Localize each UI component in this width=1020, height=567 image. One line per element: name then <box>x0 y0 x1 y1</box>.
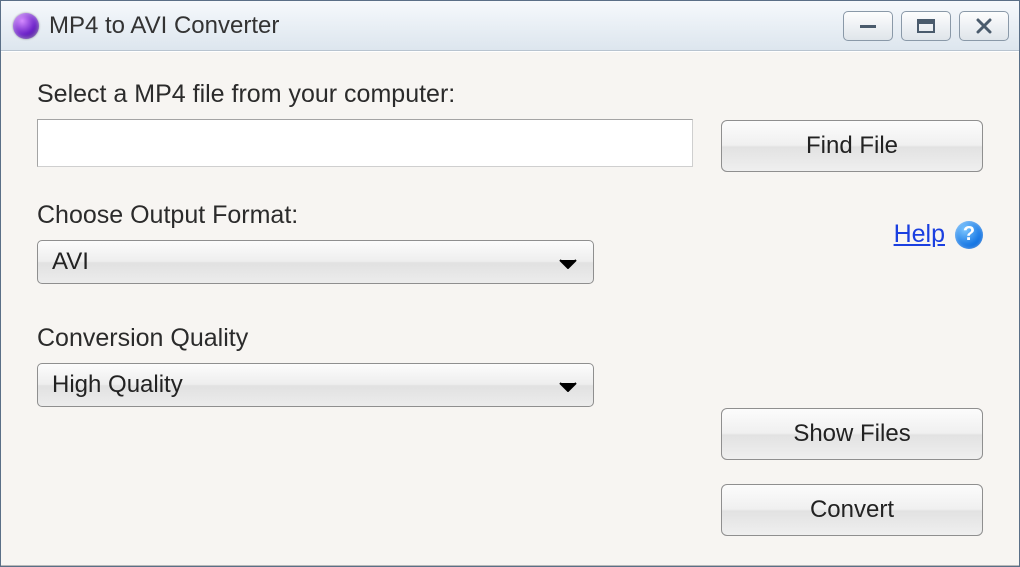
find-file-button-label: Find File <box>806 132 898 160</box>
minimize-button[interactable] <box>843 11 893 41</box>
close-button[interactable] <box>959 11 1009 41</box>
show-files-button-label: Show Files <box>793 420 910 448</box>
left-column: Select a MP4 file from your computer: Ch… <box>37 80 693 546</box>
minimize-icon <box>858 20 878 32</box>
select-file-label: Select a MP4 file from your computer: <box>37 80 693 109</box>
maximize-icon <box>917 19 935 33</box>
output-format-select[interactable]: AVI <box>37 240 594 284</box>
chevron-down-icon <box>559 248 577 276</box>
conversion-quality-label: Conversion Quality <box>37 324 693 353</box>
close-icon <box>976 18 992 34</box>
help-icon[interactable]: ? <box>955 221 983 249</box>
output-format-label: Choose Output Format: <box>37 201 693 230</box>
output-format-value: AVI <box>52 248 89 276</box>
right-column: Find File Help ? Show Files Convert <box>721 80 983 546</box>
quality-select[interactable]: High Quality <box>37 363 594 407</box>
show-files-button[interactable]: Show Files <box>721 408 983 460</box>
window-controls <box>843 11 1009 41</box>
content-area: Select a MP4 file from your computer: Ch… <box>1 51 1019 566</box>
maximize-button[interactable] <box>901 11 951 41</box>
file-path-input[interactable] <box>37 119 693 167</box>
app-icon <box>13 13 39 39</box>
convert-button-label: Convert <box>810 496 894 524</box>
window-title: MP4 to AVI Converter <box>49 12 843 40</box>
convert-button[interactable]: Convert <box>721 484 983 536</box>
titlebar: MP4 to AVI Converter <box>1 1 1019 51</box>
chevron-down-icon <box>559 371 577 399</box>
find-file-button[interactable]: Find File <box>721 120 983 172</box>
app-window: MP4 to AVI Converter Select a MP4 file f… <box>0 0 1020 567</box>
help-row: Help ? <box>721 220 983 249</box>
quality-value: High Quality <box>52 371 183 399</box>
help-link[interactable]: Help <box>894 220 945 249</box>
